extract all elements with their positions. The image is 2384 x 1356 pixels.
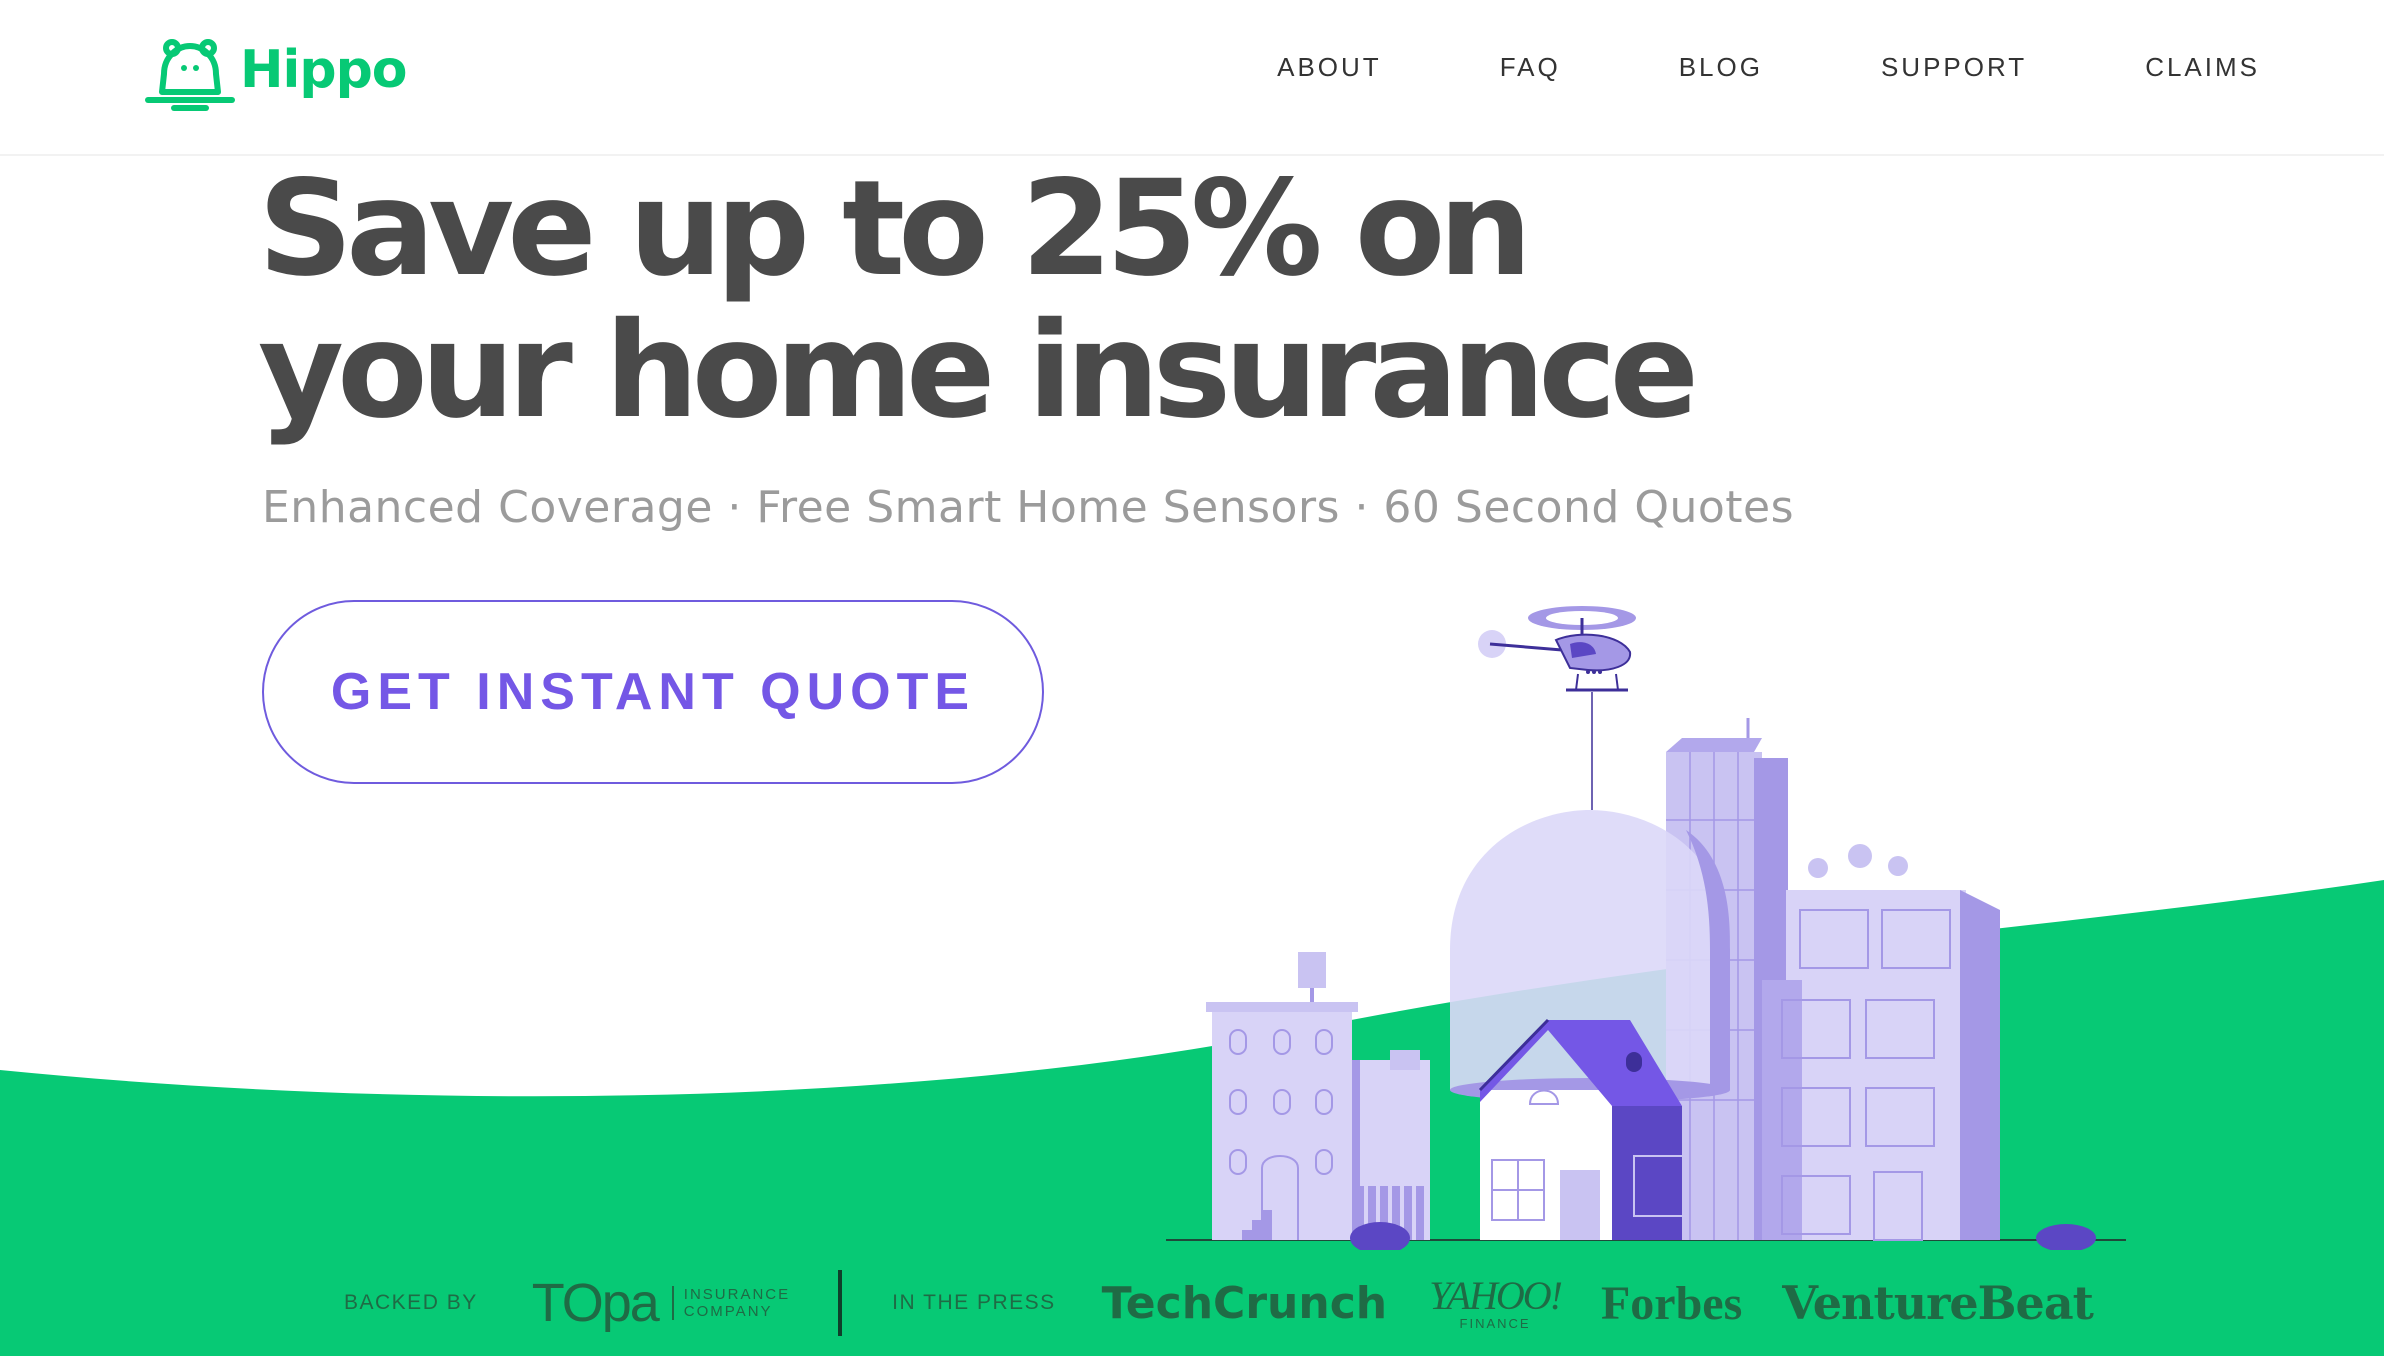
hippo-logo-icon: [145, 39, 235, 111]
yahoo-finance-sub: FINANCE: [1459, 1315, 1531, 1331]
yahoo-logo-text: YAHOO!: [1429, 1272, 1563, 1318]
nav-support[interactable]: SUPPORT: [1881, 52, 2027, 83]
hero-subline: Enhanced Coverage · Free Smart Home Sens…: [262, 482, 1795, 533]
yahoo-finance-logo: YAHOO! FINANCE: [1429, 1272, 1563, 1331]
site-header: Hippo ABOUT FAQ BLOG SUPPORT CLAIMS: [0, 0, 2384, 156]
apartment-building-left: [1206, 952, 1430, 1240]
main-nav: ABOUT FAQ BLOG SUPPORT CLAIMS: [1159, 52, 2260, 83]
topa-logo-subtitle: INSURANCE COMPANY: [671, 1286, 791, 1320]
hero-headline-line-2: your home insurance: [258, 294, 1699, 448]
nav-faq[interactable]: FAQ: [1500, 52, 1561, 83]
hippo-logo-text: Hippo: [240, 40, 408, 100]
nav-about[interactable]: ABOUT: [1277, 52, 1382, 83]
get-instant-quote-button[interactable]: GET INSTANT QUOTE: [262, 600, 1044, 784]
techcrunch-logo: TechCrunch: [1101, 1277, 1388, 1329]
city-illustration: [1166, 718, 2126, 1250]
topa-sub-line-1: INSURANCE: [683, 1286, 791, 1303]
topa-sub-line-2: COMPANY: [683, 1303, 773, 1320]
backed-by-label: BACKED BY: [344, 1291, 478, 1314]
venturebeat-logo: VentureBeat: [1782, 1276, 2094, 1330]
helicopter-illustration: [1478, 606, 1636, 810]
strip-divider: [838, 1270, 843, 1336]
nav-blog[interactable]: BLOG: [1679, 52, 1763, 83]
hero-headline-line-1: Save up to 25% on: [258, 152, 1532, 306]
hero-headline: Save up to 25% on your home insurance: [258, 152, 1699, 448]
hippo-logo[interactable]: Hippo: [144, 34, 408, 114]
in-the-press-label: IN THE PRESS: [892, 1291, 1056, 1314]
nav-claims[interactable]: CLAIMS: [2145, 52, 2260, 83]
apartment-building-right: [1762, 844, 2000, 1241]
forbes-logo: Forbes: [1600, 1276, 1743, 1330]
trust-strip: BACKED BY TOpa INSURANCE COMPANY IN THE …: [0, 1250, 2384, 1356]
topa-logo: TOpa: [531, 1273, 660, 1333]
